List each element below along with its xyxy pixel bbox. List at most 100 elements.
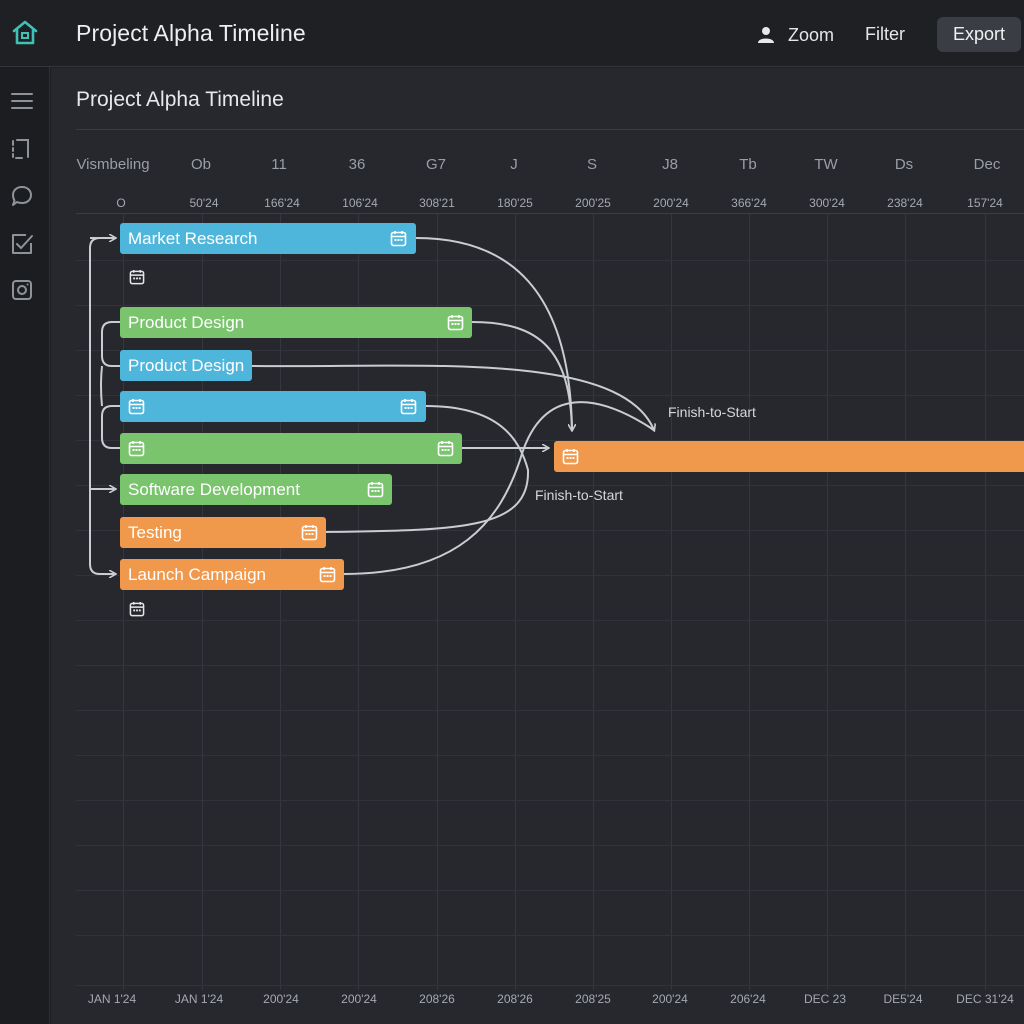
- grid-line: [76, 710, 1024, 711]
- checkbox-icon[interactable]: [10, 232, 34, 256]
- grid-line: [76, 985, 1024, 986]
- sidebar: [0, 67, 50, 1024]
- export-button[interactable]: Export: [937, 17, 1021, 52]
- camera-icon[interactable]: [10, 278, 34, 302]
- grid-line: [76, 620, 1024, 621]
- task-bar[interactable]: Launch Campaign: [120, 559, 344, 590]
- calendar-icon[interactable]: [562, 448, 579, 465]
- month-label: 11: [271, 156, 287, 173]
- month-label: 36: [348, 156, 366, 173]
- month-label: Ds: [894, 156, 914, 173]
- date-label: 166'24: [264, 196, 300, 210]
- grid-line: [76, 260, 1024, 261]
- grid-line: [749, 214, 750, 990]
- footer-date-label: 200'24: [341, 992, 377, 1006]
- date-label: 300'24: [809, 196, 845, 210]
- month-label: G7: [425, 156, 447, 173]
- task-bar[interactable]: Testing: [120, 517, 326, 548]
- calendar-icon[interactable]: [437, 440, 454, 457]
- date-label: 157'24: [967, 196, 1003, 210]
- task-label: Software Development: [128, 479, 300, 499]
- calendar-icon[interactable]: [367, 481, 384, 498]
- calendar-icon[interactable]: [319, 566, 336, 583]
- task-bar[interactable]: [120, 391, 426, 422]
- task-label: Testing: [128, 522, 182, 542]
- date-label: 106'24: [342, 196, 378, 210]
- date-label: 50'24: [189, 196, 219, 210]
- page-title: Project Alpha Timeline: [76, 88, 284, 111]
- date-label: 238'24: [887, 196, 923, 210]
- month-label: J8: [662, 156, 678, 173]
- date-label: 200'24: [653, 196, 689, 210]
- date-label: 308'21: [419, 196, 455, 210]
- footer-date-label: 208'25: [575, 992, 611, 1006]
- user-icon: [758, 27, 774, 43]
- task-label: Market Research: [128, 228, 258, 248]
- date-label: O: [116, 196, 126, 210]
- grid-line: [985, 214, 986, 990]
- month-label: J: [510, 156, 518, 173]
- grid-line: [76, 755, 1024, 756]
- calendar-icon[interactable]: [301, 524, 318, 541]
- date-label: 200'25: [575, 196, 611, 210]
- calendar-icon[interactable]: [128, 440, 145, 457]
- calendar-icon[interactable]: [129, 601, 145, 617]
- task-bar[interactable]: [120, 433, 462, 464]
- footer-date-label: DE5'24: [883, 992, 923, 1006]
- calendar-icon[interactable]: [390, 230, 407, 247]
- footer-date-label: JAN 1'24: [87, 992, 137, 1006]
- app-title: Project Alpha Timeline: [76, 20, 306, 46]
- month-label: Ob: [190, 156, 212, 173]
- task-bar[interactable]: Market Research: [120, 223, 416, 254]
- zoom-label: Zoom: [788, 24, 835, 45]
- footer-date-label: DEC 23: [803, 992, 847, 1006]
- divider: [76, 129, 1024, 130]
- footer-date-label: 200'24: [652, 992, 688, 1006]
- footer-date-label: 206'24: [730, 992, 766, 1006]
- task-label: Product Design: [128, 312, 245, 332]
- grid-line: [593, 214, 594, 990]
- footer-date-label: DEC 31'24: [956, 992, 1014, 1006]
- grid-line: [827, 214, 828, 990]
- date-label: 180'25: [497, 196, 533, 210]
- task-label: Launch Campaign: [128, 564, 266, 584]
- month-label: Dec: [973, 156, 1001, 173]
- task-label: Product Design: [128, 355, 245, 375]
- divider: [76, 213, 1024, 214]
- month-label: Tb: [739, 156, 757, 173]
- chat-icon[interactable]: [10, 184, 34, 208]
- grid-line: [905, 214, 906, 990]
- dependency-label: Finish-to-Start: [535, 487, 623, 503]
- grid-line: [76, 305, 1024, 306]
- footer-date-label: 200'24: [263, 992, 299, 1006]
- grid-line: [671, 214, 672, 990]
- grid-line: [76, 890, 1024, 891]
- task-bar[interactable]: Product Design: [120, 350, 252, 381]
- dependency-label: Finish-to-Start: [668, 404, 756, 420]
- task-bar[interactable]: [554, 441, 1024, 472]
- footer-date-label: 208'26: [419, 992, 455, 1006]
- grid-line: [515, 214, 516, 990]
- calendar-icon[interactable]: [129, 269, 145, 285]
- grid-line: [76, 935, 1024, 936]
- month-label: TW: [814, 156, 838, 173]
- grid-line: [76, 665, 1024, 666]
- home-icon[interactable]: [8, 16, 42, 50]
- top-bar: Project Alpha Timeline Zoom Filter Expor…: [0, 0, 1024, 67]
- menu-icon[interactable]: [10, 89, 34, 113]
- grid-line: [76, 845, 1024, 846]
- date-label: 366'24: [731, 196, 767, 210]
- zoom-button[interactable]: Zoom: [756, 22, 834, 48]
- task-bar[interactable]: Product Design: [120, 307, 472, 338]
- task-bar[interactable]: Software Development: [120, 474, 392, 505]
- month-label: S: [586, 156, 598, 173]
- calendar-icon[interactable]: [400, 398, 417, 415]
- bookmark-icon[interactable]: [10, 137, 34, 161]
- month-label: Vismbeling: [76, 156, 150, 173]
- calendar-icon[interactable]: [447, 314, 464, 331]
- grid-line: [76, 800, 1024, 801]
- footer-date-label: 208'26: [497, 992, 533, 1006]
- footer-date-label: JAN 1'24: [174, 992, 224, 1006]
- calendar-icon[interactable]: [128, 398, 145, 415]
- filter-button[interactable]: Filter: [865, 24, 905, 45]
